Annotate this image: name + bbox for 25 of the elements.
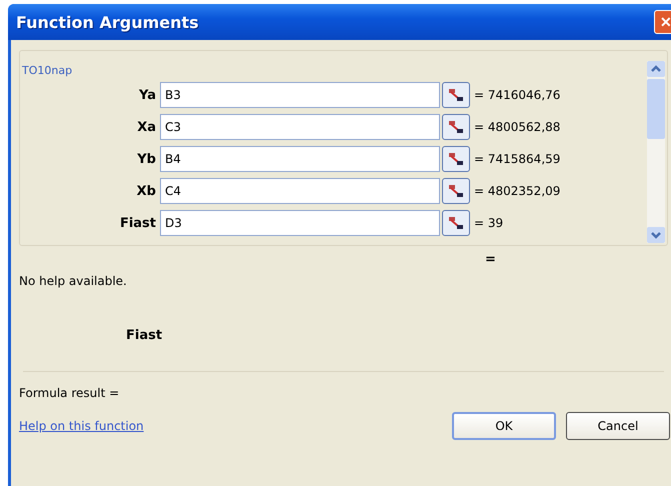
input-field[interactable]: B3 [160, 82, 440, 108]
argument-value: = 7415864,59 [474, 152, 560, 166]
input-field[interactable]: C3 [160, 114, 440, 140]
dialog-button[interactable]: OK [452, 412, 556, 440]
help-text: No help available. [19, 274, 128, 288]
argument-label: Fiast [118, 216, 157, 230]
help-link[interactable]: Help on this function [19, 419, 144, 433]
argument-label: Ya [138, 88, 157, 102]
input-field[interactable]: C4 [160, 178, 440, 204]
argument-value: = 7416046,76 [474, 88, 560, 102]
close-button[interactable]: ✕ [654, 10, 671, 34]
input-field[interactable]: D3 [160, 210, 440, 236]
group-title: TO10nap [22, 64, 72, 77]
argument-value: = 39 [474, 216, 504, 230]
argument-label: Xb [136, 184, 157, 198]
formula-result: Formula result = [19, 386, 120, 400]
argument-label: Yb [136, 152, 157, 166]
dialog-button[interactable]: Cancel [566, 412, 670, 440]
function-result: = [485, 252, 496, 267]
argument-name: Fiast [126, 328, 164, 343]
input-field[interactable]: B4 [160, 146, 440, 172]
window-title: Function Arguments [16, 12, 199, 32]
argument-value: = 4802352,09 [474, 184, 560, 198]
argument-label: Xa [136, 120, 157, 134]
argument-value: = 4800562,88 [474, 120, 560, 134]
